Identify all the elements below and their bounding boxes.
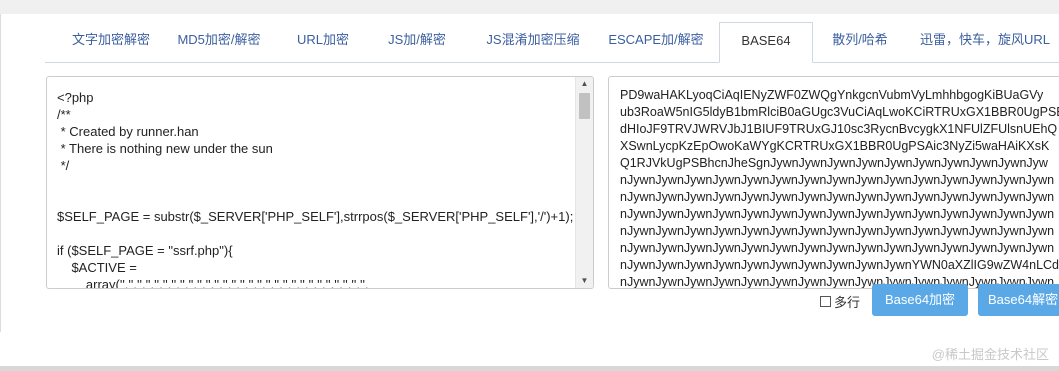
tab-8[interactable]: 迅雷，快车，旋风URL	[905, 22, 1059, 62]
output-line: nJywnJywnJywnJywnJywnJywnJywnJywnJywnJyw…	[620, 258, 1059, 272]
base64-encode-button[interactable]: Base64加密	[872, 284, 968, 316]
tab-4[interactable]: JS混淆加密压缩	[469, 22, 597, 62]
multiline-checkbox[interactable]	[820, 295, 831, 307]
scroll-up-arrow-icon[interactable]: ▲	[576, 77, 593, 91]
code-line: * There is nothing new under the sun	[57, 141, 273, 156]
output-line: XSwnLycpKzEpOwoKaWYgKCRTRUxGX1BBR0UgPSAi…	[620, 139, 1050, 153]
output-line: PD9waHAKLyoqCiAqIENyZWF0ZWQgYnkgcnVubmVy…	[620, 88, 1044, 102]
tab-1[interactable]: MD5加密/解密	[167, 22, 271, 62]
tab-0[interactable]: 文字加密解密	[59, 22, 163, 62]
tab-bar: 文字加密解密 MD5加密/解密 URL加密 JS加/解密 JS混淆加密压缩 ESCAPE加…	[45, 22, 1059, 63]
input-textarea[interactable]: <?php /** * Created by runner.han * There…	[46, 76, 594, 289]
multiline-label: 多行	[834, 294, 861, 310]
tab-7[interactable]: 散列/哈希	[815, 22, 905, 62]
output-line: nJywnJywnJywnJywnJywnJywnJywnJywnJywnJyw…	[620, 241, 1055, 255]
output-line: nJywnJywnJywnJywnJywnJywnJywnJywnJywnJyw…	[620, 207, 1055, 221]
output-text: PD9waHAKLyoqCiAqIENyZWF0ZWQgYnkgcnVubmVy…	[620, 87, 1059, 288]
code-line: <?php	[57, 90, 94, 105]
code-line: */	[57, 158, 70, 173]
tab-6[interactable]: BASE64	[719, 22, 813, 63]
bottom-divider	[0, 366, 1059, 371]
scrollbar-thumb[interactable]	[579, 93, 590, 119]
tab-2[interactable]: URL加密	[283, 22, 363, 62]
input-scrollbar[interactable]: ▲ ▼	[575, 77, 593, 288]
code-line: $ACTIVE =	[57, 260, 137, 275]
output-line: nJywnJywnJywnJywnJywnJywnJywnJywnJywnJyw…	[620, 190, 1055, 204]
code-line: $SELF_PAGE = substr($_SERVER['PHP_SELF']…	[57, 209, 574, 224]
output-textarea[interactable]: PD9waHAKLyoqCiAqIENyZWF0ZWQgYnkgcnVubmVy…	[608, 76, 1059, 289]
tab-3[interactable]: JS加/解密	[367, 22, 467, 62]
output-line: nJywnJywnJywnJywnJywnJywnJywnJywnJywnJyw…	[620, 224, 1055, 238]
base64-decode-button[interactable]: Base64解密	[978, 284, 1059, 316]
code-line: array('','','','','','','','','','','','…	[57, 277, 369, 289]
output-line: nJywnJywnJywnJywnJywnJywnJywnJywnJywnJyw…	[620, 173, 1055, 187]
watermark: @稀土掘金技术社区	[931, 347, 1049, 362]
output-line: dHIoJF9TRVJWRVJbJ1BIUF9TRUxGJ10sc3RycnBv…	[620, 122, 1058, 136]
input-code: <?php /** * Created by runner.han * There…	[57, 89, 574, 289]
code-line: if ($SELF_PAGE = "ssrf.php"){	[57, 243, 233, 258]
multiline-option[interactable]: 多行	[820, 292, 860, 310]
tab-5[interactable]: ESCAPE加/解密	[597, 22, 715, 62]
code-line: /**	[57, 107, 71, 122]
output-line: Q1RJVkUgPSBhcnJheSgnJywnJywnJywnJywnJywn…	[620, 156, 1048, 170]
code-line: * Created by runner.han	[57, 124, 199, 139]
scroll-down-arrow-icon[interactable]: ▼	[576, 274, 593, 288]
output-line: ub3RoaW5nIG5ldyB1bmRlciB0aGUgc3VuCiAqLwo…	[620, 105, 1059, 119]
